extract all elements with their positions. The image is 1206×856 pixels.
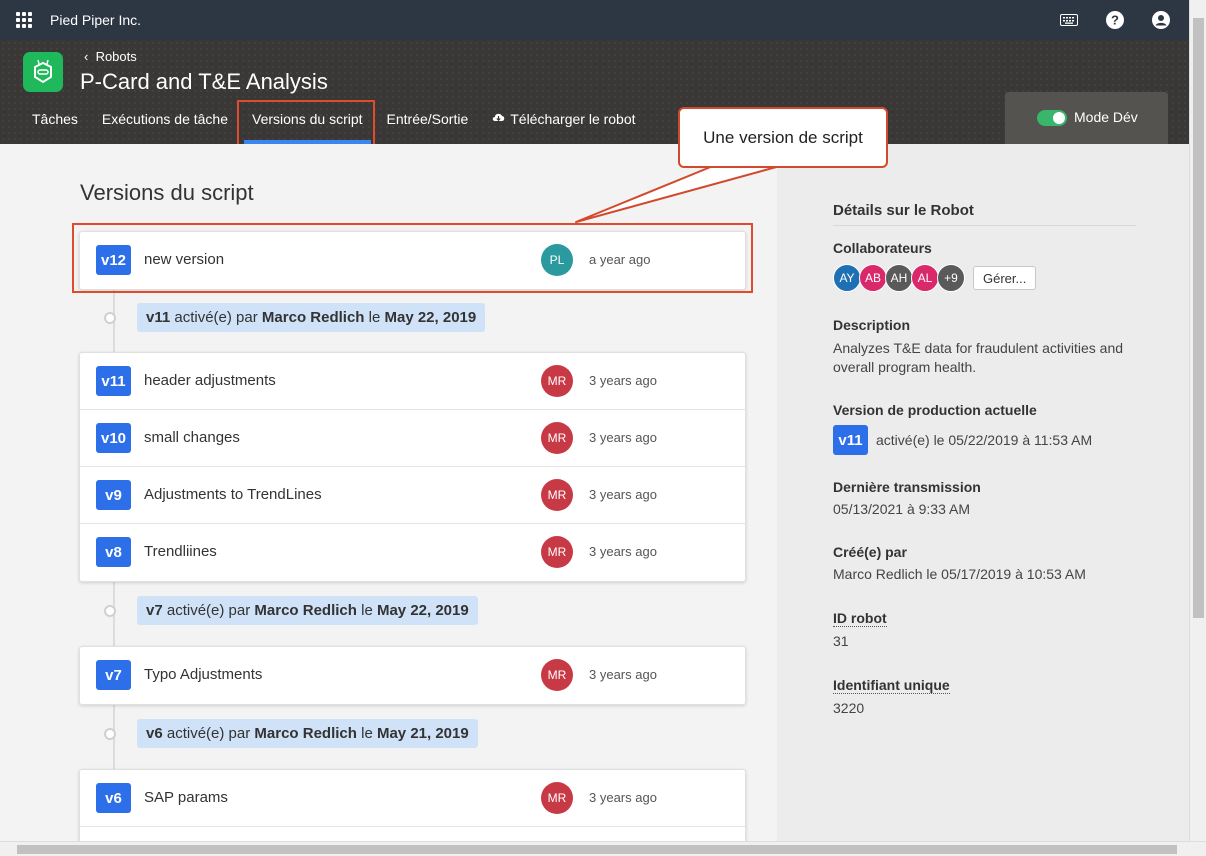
activation-tag: v7 activé(e) par Marco Redlich le May 22…	[137, 596, 478, 625]
robot-title: P-Card and T&E Analysis	[80, 69, 328, 94]
last-commit-label: Dernière transmission	[833, 479, 981, 495]
robot-header: ‹ Robots P-Card and T&E Analysis Tâches …	[0, 40, 1189, 184]
details-title: Détails sur le Robot	[833, 202, 1136, 226]
version-group-card: v11 header adjustments MR 3 years ago v1…	[79, 352, 746, 582]
version-row[interactable]: v9 Adjustments to TrendLines MR 3 years …	[80, 467, 745, 524]
collaborator-avatar[interactable]: AY	[833, 264, 861, 292]
horizontal-scroll-thumb[interactable]	[17, 845, 1177, 854]
activation-tag: v6 activé(e) par Marco Redlich le May 21…	[137, 719, 478, 748]
version-name: header adjustments	[144, 372, 276, 389]
version-name: Trendliines	[144, 543, 217, 560]
activation-marker: v11 activé(e) par Marco Redlich le May 2…	[104, 303, 486, 332]
collaborator-avatar[interactable]: AL	[911, 264, 939, 292]
version-badge: v6	[96, 783, 131, 813]
script-versions-main: Versions du script v12 new version PL a …	[0, 144, 777, 841]
vertical-scroll-thumb[interactable]	[1193, 18, 1204, 618]
collaborators-label: Collaborateurs	[833, 240, 932, 256]
version-badge: v11	[96, 366, 131, 396]
tab-task-runs[interactable]: Exécutions de tâche	[90, 110, 240, 144]
version-name: small changes	[144, 429, 240, 446]
version-age: 3 years ago	[589, 487, 657, 502]
collaborator-avatar[interactable]: AH	[885, 264, 913, 292]
tab-script-versions[interactable]: Versions du script	[240, 110, 375, 144]
version-age: a year ago	[589, 252, 651, 267]
avatar: MR	[541, 365, 573, 397]
top-bar: Pied Piper Inc. ?	[0, 0, 1189, 40]
production-version-text: activé(e) le 05/22/2019 à 11:53 AM	[876, 432, 1093, 448]
avatar: MR	[541, 659, 573, 691]
unique-id-label: Identifiant unique	[833, 677, 950, 694]
version-badge: v12	[96, 245, 131, 275]
latest-version-card: v12 new version PL a year ago	[79, 231, 746, 290]
org-name: Pied Piper Inc.	[50, 12, 142, 28]
manage-collaborators-button[interactable]: Gérer...	[973, 266, 1037, 290]
version-name: new version	[144, 251, 225, 268]
more-collaborators-count[interactable]: +9	[937, 264, 965, 292]
version-age: 3 years ago	[589, 430, 657, 445]
version-badge: v9	[96, 480, 131, 510]
version-age: 3 years ago	[589, 373, 657, 388]
collaborators-list: AY AB AH AL +9 Gérer...	[833, 264, 1037, 292]
activation-tag: v11 activé(e) par Marco Redlich le May 2…	[137, 303, 486, 332]
annotation-callout: Une version de script	[678, 107, 888, 168]
vertical-scrollbar[interactable]	[1189, 0, 1206, 841]
dev-mode-toggle[interactable]	[1037, 110, 1067, 126]
created-by-label: Créé(e) par	[833, 544, 907, 560]
version-age: 3 years ago	[589, 544, 657, 559]
cloud-download-icon	[492, 112, 505, 123]
version-group-card: v6 SAP params MR 3 years ago	[79, 769, 746, 841]
description-label: Description	[833, 317, 911, 333]
version-badge: v7	[96, 660, 131, 690]
page-title: Versions du script	[80, 180, 254, 205]
created-by-value: Marco Redlich le 05/17/2019 à 10:53 AM	[833, 566, 1086, 582]
version-age: 3 years ago	[589, 667, 657, 682]
help-icon[interactable]: ?	[1105, 10, 1125, 30]
last-commit-value: 05/13/2021 à 9:33 AM	[833, 501, 970, 517]
horizontal-scrollbar[interactable]	[0, 841, 1206, 856]
robot-id-value: 31	[833, 633, 849, 649]
version-row[interactable]: v10 small changes MR 3 years ago	[80, 410, 745, 467]
tab-bar: Tâches Exécutions de tâche Versions du s…	[20, 110, 648, 144]
collaborator-avatar[interactable]: AB	[859, 264, 887, 292]
version-row[interactable]	[80, 827, 745, 841]
version-name: SAP params	[144, 789, 228, 806]
version-badge: v10	[96, 423, 131, 453]
robot-details-panel: Détails sur le Robot Collaborateurs AY A…	[777, 144, 1189, 841]
version-row[interactable]: v12 new version PL a year ago	[80, 232, 745, 289]
timeline-dot	[104, 727, 116, 740]
version-name: Adjustments to TrendLines	[144, 486, 322, 503]
dev-mode-label: Mode Dév	[1074, 109, 1138, 125]
version-row[interactable]: v7 Typo Adjustments MR 3 years ago	[80, 647, 745, 704]
timeline-dot	[104, 311, 116, 324]
production-version-badge[interactable]: v11	[833, 425, 868, 455]
timeline-dot	[104, 604, 116, 617]
version-row[interactable]: v11 header adjustments MR 3 years ago	[80, 353, 745, 410]
tab-tasks[interactable]: Tâches	[20, 110, 90, 144]
version-age: 3 years ago	[589, 790, 657, 805]
avatar: MR	[541, 422, 573, 454]
version-row[interactable]: v8 Trendliines MR 3 years ago	[80, 524, 745, 581]
version-name: Typo Adjustments	[144, 666, 263, 683]
back-to-robots-link[interactable]: ‹ Robots	[84, 49, 137, 64]
robot-logo-icon	[23, 52, 63, 92]
avatar: MR	[541, 536, 573, 568]
version-group-card: v7 Typo Adjustments MR 3 years ago	[79, 646, 746, 705]
avatar: MR	[541, 479, 573, 511]
user-account-icon[interactable]	[1151, 10, 1171, 30]
version-row[interactable]: v6 SAP params MR 3 years ago	[80, 770, 745, 827]
svg-text:?: ?	[1111, 13, 1119, 28]
keyboard-icon[interactable]	[1059, 10, 1079, 30]
tab-input-output[interactable]: Entrée/Sortie	[375, 110, 481, 144]
unique-id-value: 3220	[833, 700, 865, 716]
robot-id-label: ID robot	[833, 610, 887, 627]
tab-download-robot[interactable]: Télécharger le robot	[480, 110, 647, 144]
apps-grid-icon[interactable]	[16, 12, 32, 28]
production-version-label: Version de production actuelle	[833, 402, 1037, 418]
description-text: Analyzes T&E data for fraudulent activit…	[833, 340, 1124, 375]
activation-marker: v6 activé(e) par Marco Redlich le May 21…	[104, 719, 478, 748]
activation-marker: v7 activé(e) par Marco Redlich le May 22…	[104, 596, 478, 625]
version-badge: v8	[96, 537, 131, 567]
avatar: MR	[541, 782, 573, 814]
avatar: PL	[541, 244, 573, 276]
